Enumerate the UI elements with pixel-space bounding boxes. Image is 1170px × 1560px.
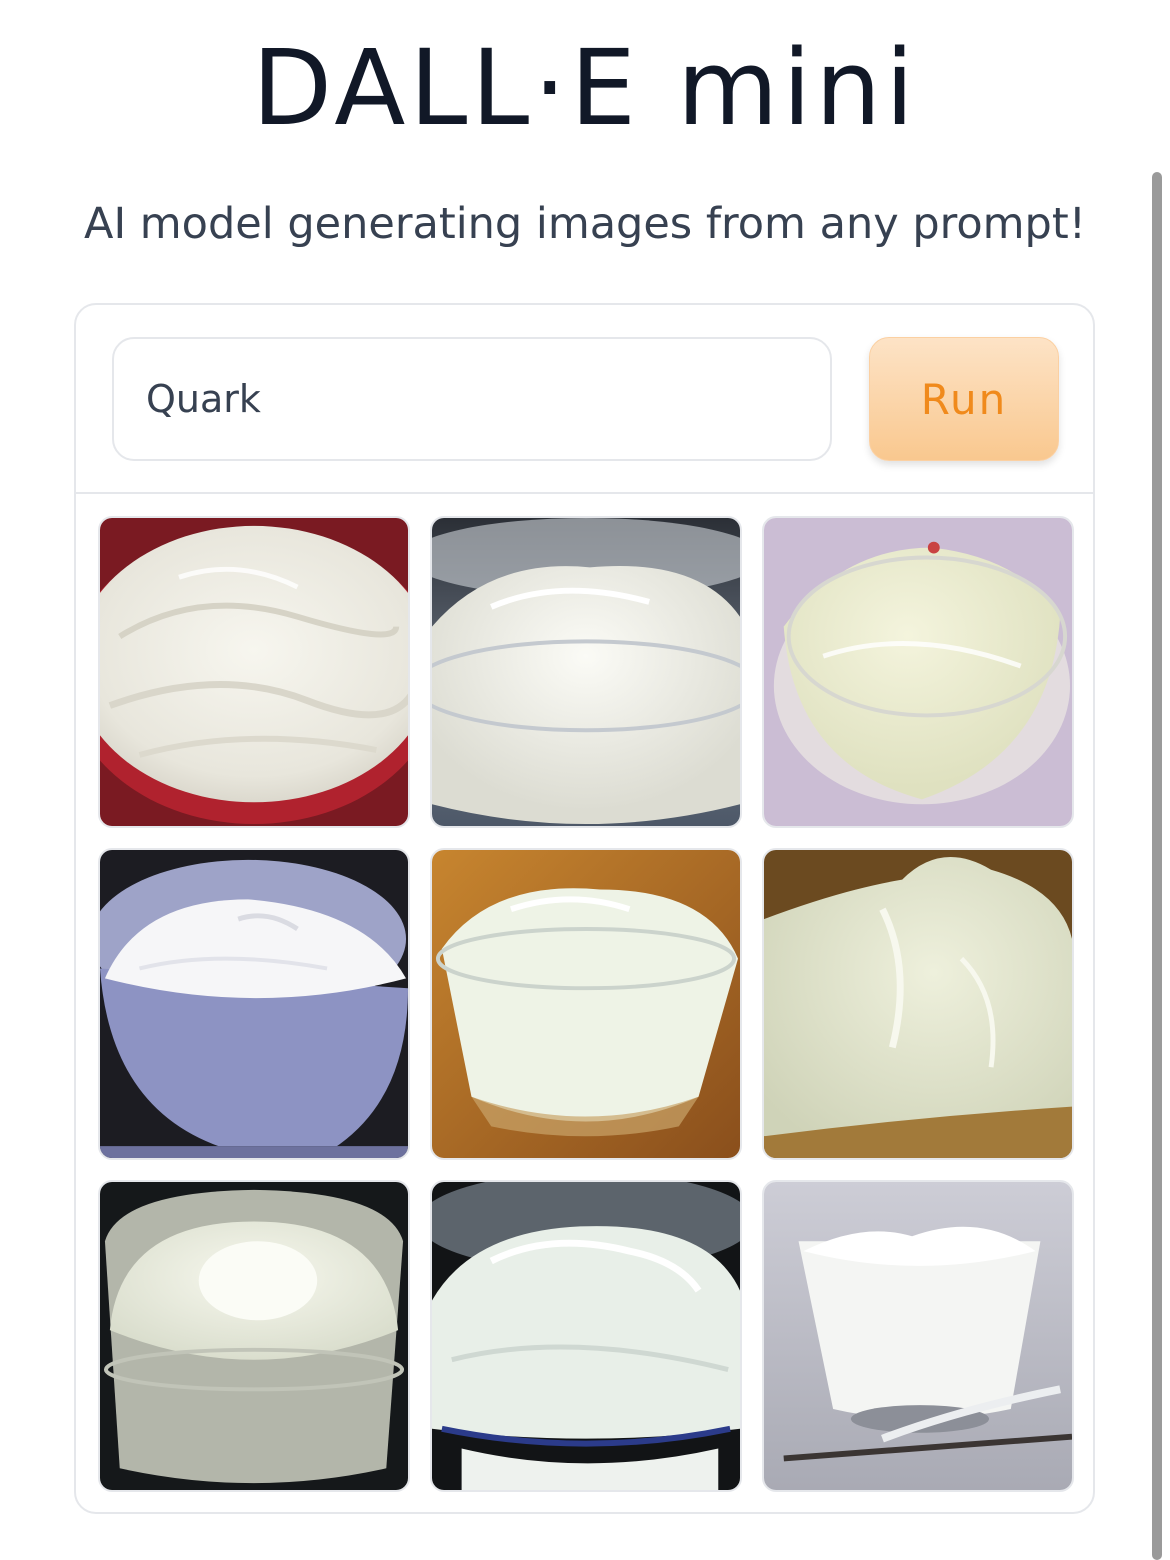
result-image-9[interactable] [762,1180,1074,1492]
cream-image-3 [764,518,1072,826]
result-image-5[interactable] [430,848,742,1160]
results-grid [98,516,1074,1494]
cream-image-8 [432,1182,740,1490]
cream-image-6 [764,850,1072,1158]
cream-image-2 [432,518,740,826]
app-page: DALL·E mini AI model generating images f… [0,0,1170,1560]
run-button[interactable]: Run [869,337,1059,461]
cream-image-7 [100,1182,408,1490]
page-subtitle: AI model generating images from any prom… [84,199,1086,249]
cream-image-1 [100,518,408,826]
cream-image-4 [100,850,408,1158]
result-image-6[interactable] [762,848,1074,1160]
page-title: DALL·E mini [251,27,919,149]
result-image-4[interactable] [98,848,410,1160]
result-image-7[interactable] [98,1180,410,1492]
result-image-3[interactable] [762,516,1074,828]
generator-card: Run [74,303,1095,1514]
cream-image-5 [432,850,740,1158]
cream-image-9 [764,1182,1072,1490]
prompt-row: Run [76,305,1093,494]
result-image-8[interactable] [430,1180,742,1492]
result-image-1[interactable] [98,516,410,828]
page-scrollbar[interactable] [1152,172,1162,1560]
prompt-input[interactable] [112,337,832,461]
result-image-2[interactable] [430,516,742,828]
